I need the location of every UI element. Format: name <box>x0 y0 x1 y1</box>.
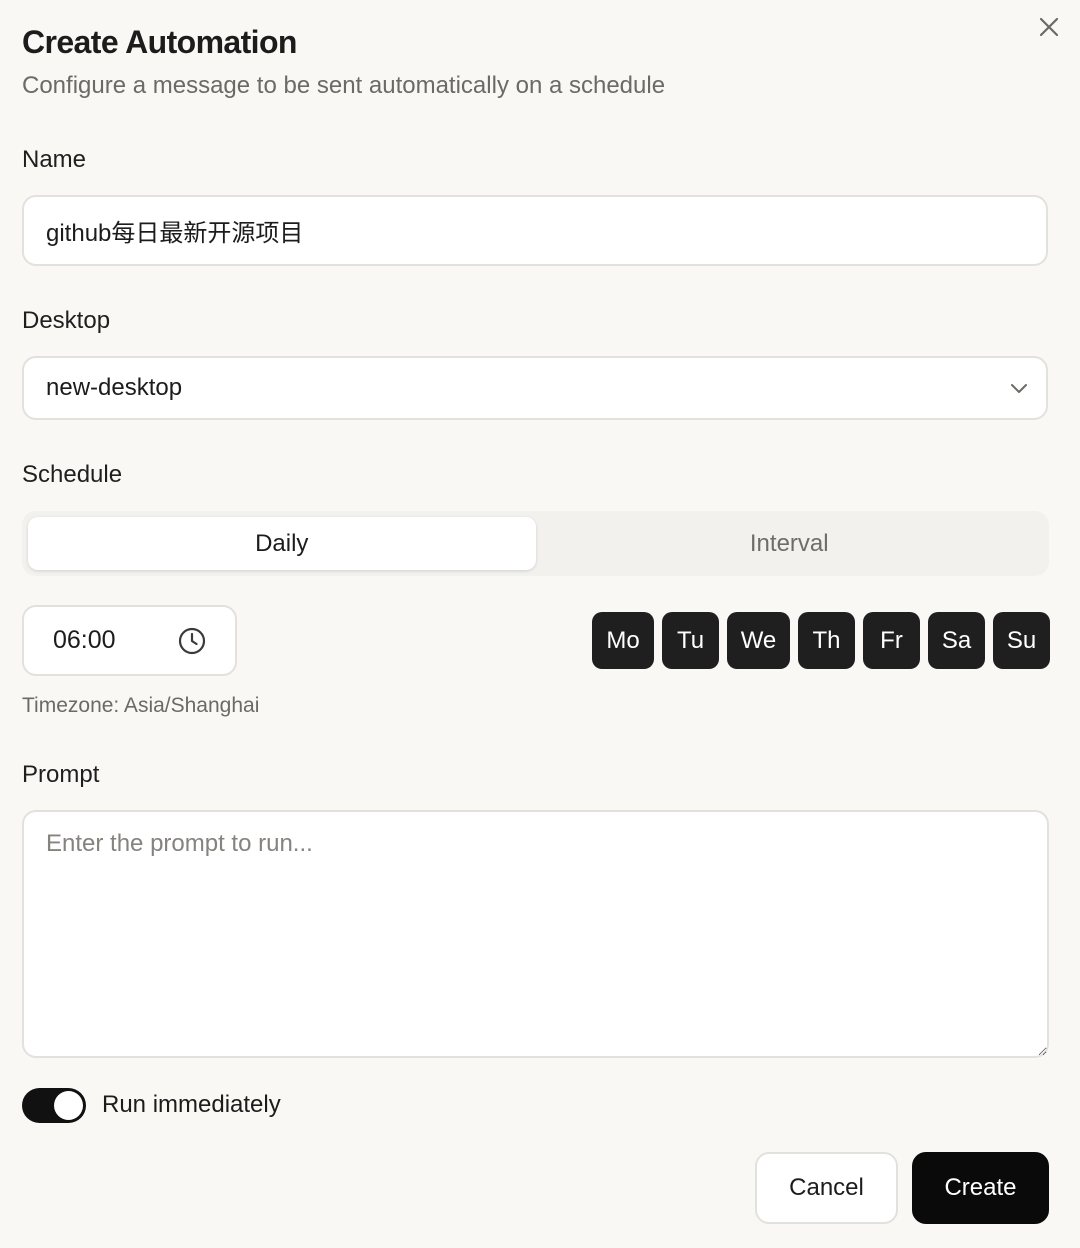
prompt-textarea[interactable] <box>22 810 1049 1058</box>
day-tuesday[interactable]: Tu <box>662 612 719 669</box>
dialog-title: Create Automation <box>22 24 297 60</box>
desktop-label: Desktop <box>22 307 111 334</box>
timezone-text: Timezone: Asia/Shanghai <box>22 694 260 717</box>
time-input[interactable]: 06:00 <box>22 605 237 676</box>
desktop-select[interactable]: new-desktop <box>22 356 1048 420</box>
day-saturday[interactable]: Sa <box>928 612 985 669</box>
day-thursday[interactable]: Th <box>798 612 855 669</box>
tab-daily[interactable]: Daily <box>28 517 536 570</box>
day-friday[interactable]: Fr <box>863 612 920 669</box>
dialog-subtitle: Configure a message to be sent automatic… <box>22 72 666 99</box>
day-monday[interactable]: Mo <box>592 612 654 669</box>
cancel-button[interactable]: Cancel <box>755 1152 898 1224</box>
close-icon <box>1038 16 1060 38</box>
weekday-selector: Mo Tu We Th Fr Sa Su <box>592 612 1050 669</box>
create-button[interactable]: Create <box>912 1152 1049 1224</box>
close-button[interactable] <box>1034 12 1064 42</box>
name-input[interactable]: github每日最新开源项目 <box>22 195 1048 266</box>
desktop-select-value: new-desktop <box>46 374 183 401</box>
schedule-mode-tabs: Daily Interval <box>22 511 1049 576</box>
chevron-down-icon <box>1008 377 1030 399</box>
clock-icon <box>177 626 207 656</box>
prompt-label: Prompt <box>22 761 100 788</box>
day-sunday[interactable]: Su <box>993 612 1050 669</box>
time-value: 06:00 <box>53 626 116 654</box>
tab-interval[interactable]: Interval <box>536 517 1044 570</box>
create-automation-dialog: Create Automation Configure a message to… <box>0 0 1080 1248</box>
toggle-knob <box>54 1091 83 1120</box>
day-wednesday[interactable]: We <box>727 612 790 669</box>
run-immediately-label: Run immediately <box>102 1091 281 1118</box>
name-input-value: github每日最新开源项目 <box>46 220 304 247</box>
name-label: Name <box>22 146 87 173</box>
run-immediately-toggle[interactable] <box>22 1088 86 1123</box>
schedule-label: Schedule <box>22 461 123 488</box>
